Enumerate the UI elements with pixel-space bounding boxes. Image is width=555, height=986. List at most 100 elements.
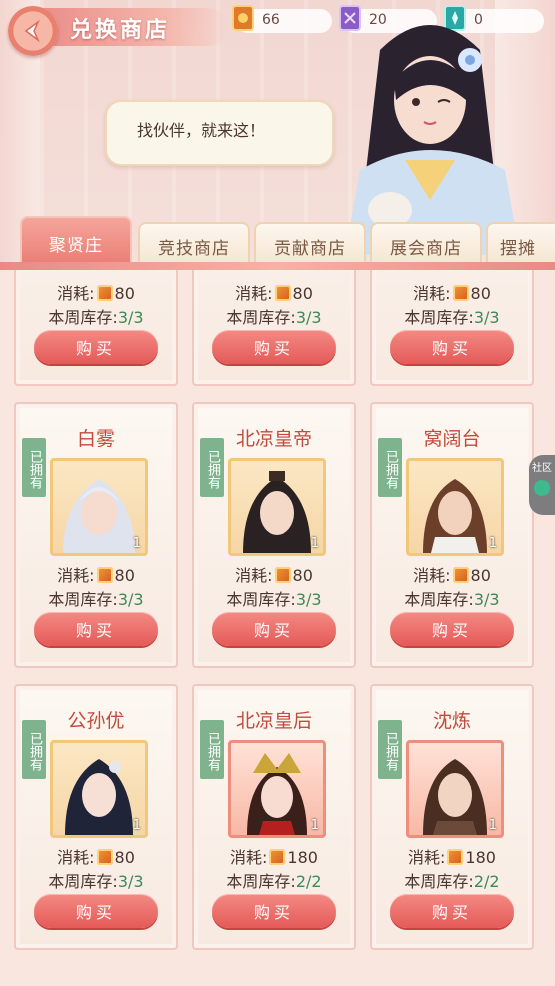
stock-label: 本周库存: (404, 308, 474, 327)
item-card[interactable]: 北凉皇帝 已拥有 1 消耗: 80 本周库存:3/3 购买 (192, 402, 356, 668)
character-portrait-icon (65, 759, 133, 835)
tab-underline (0, 262, 555, 270)
speech-text: 找伙伴，就来这！ (137, 121, 266, 140)
orange-ticket-icon (232, 5, 254, 31)
coin-icon (274, 567, 291, 583)
speech-bubble: 找伙伴，就来这！ (105, 100, 334, 166)
item-card[interactable]: 白雾 已拥有 1 消耗: 80 本周库存:3/3 购买 (14, 402, 178, 668)
tab-label: 贡献商店 (274, 238, 346, 259)
cost-text: 消耗: 180 (194, 844, 354, 868)
cost-text: 消耗: 80 (372, 280, 532, 304)
character-portrait-icon (423, 479, 487, 553)
buy-button[interactable]: 购买 (212, 894, 336, 928)
stock-label: 本周库存: (404, 590, 474, 609)
cost-text: 消耗: 80 (16, 562, 176, 586)
stock-label: 本周库存: (226, 872, 296, 891)
item-count: 1 (488, 536, 497, 551)
item-card[interactable]: 窝阔台 已拥有 1 消耗: 80 本周库存:3/3 购买 (370, 402, 534, 668)
cost-value: 80 (114, 284, 135, 303)
currency-orange[interactable]: 66 (232, 5, 332, 33)
item-card[interactable]: 消耗: 80 本周库存:3/3 购买 (14, 270, 178, 386)
stock-label: 本周库存: (226, 590, 296, 609)
item-count: 1 (488, 818, 497, 833)
buy-button[interactable]: 购买 (212, 612, 336, 646)
item-card[interactable]: 北凉皇后 已拥有 1 消耗: 180 本周库存:2/2 购买 (192, 684, 356, 950)
item-count: 1 (132, 818, 141, 833)
tab-label: 聚贤庄 (49, 235, 103, 256)
coin-icon (269, 849, 286, 865)
coin-icon (274, 285, 291, 301)
stock-value: 3/3 (295, 308, 322, 327)
cost-text: 消耗: 180 (372, 844, 532, 868)
stock-label: 本周库存: (48, 308, 118, 327)
coin-icon (96, 567, 113, 583)
coin-icon (452, 567, 469, 583)
stock-value: 3/3 (117, 872, 144, 891)
stock-value: 3/3 (473, 308, 500, 327)
cost-value: 80 (114, 848, 135, 867)
stock-text: 本周库存:3/3 (16, 304, 176, 328)
cost-value: 80 (292, 284, 313, 303)
character-portrait-icon (247, 753, 307, 835)
buy-button[interactable]: 购买 (34, 330, 158, 364)
cost-label: 消耗: (230, 848, 268, 867)
page-title: 兑换商店 (70, 17, 171, 43)
stock-value: 3/3 (117, 590, 144, 609)
buy-button[interactable]: 购买 (390, 894, 514, 928)
owned-badge: 已拥有 (378, 438, 402, 497)
portrait-beiliang-empress: 1 (228, 740, 326, 838)
buy-button[interactable]: 购买 (212, 330, 336, 364)
stock-text: 本周库存:3/3 (16, 868, 176, 892)
item-card[interactable]: 沈炼 已拥有 1 消耗: 180 本周库存:2/2 购买 (370, 684, 534, 950)
item-card[interactable]: 公孙优 已拥有 1 消耗: 80 本周库存:3/3 购买 (14, 684, 178, 950)
cost-label: 消耗: (413, 284, 451, 303)
item-card[interactable]: 消耗: 80 本周库存:3/3 购买 (370, 270, 534, 386)
cost-value: 180 (465, 848, 496, 867)
stock-text: 本周库存:3/3 (194, 304, 354, 328)
stock-text: 本周库存:2/2 (194, 868, 354, 892)
buy-button[interactable]: 购买 (390, 330, 514, 364)
item-count: 1 (132, 536, 141, 551)
item-card[interactable]: 消耗: 80 本周库存:3/3 购买 (192, 270, 356, 386)
character-portrait-icon (63, 479, 135, 553)
stock-value: 3/3 (295, 590, 322, 609)
tab-label: 摆摊 (500, 238, 536, 259)
item-grid: 消耗: 80 本周库存:3/3 购买 消耗: 80 本周库存:3/3 购买 消耗: 8… (0, 270, 555, 986)
owned-badge: 已拥有 (378, 720, 402, 779)
back-button[interactable] (8, 6, 58, 56)
cost-value: 180 (287, 848, 318, 867)
stock-value: 3/3 (473, 590, 500, 609)
community-label: 社区 (532, 463, 552, 474)
stock-label: 本周库存: (48, 590, 118, 609)
character-portrait-icon (423, 759, 487, 835)
buy-button[interactable]: 购买 (390, 612, 514, 646)
currency-orange-value: 66 (262, 12, 280, 28)
cost-label: 消耗: (408, 848, 446, 867)
tab-label: 竞技商店 (158, 238, 230, 259)
cost-label: 消耗: (235, 566, 273, 585)
cost-label: 消耗: (235, 284, 273, 303)
coin-icon (447, 849, 464, 865)
item-count: 1 (310, 536, 319, 551)
community-side-button[interactable]: 社区 (529, 455, 555, 515)
portrait-gongsunyou: 1 (50, 740, 148, 838)
cost-label: 消耗: (57, 566, 95, 585)
cost-text: 消耗: 80 (194, 280, 354, 304)
stock-value: 2/2 (295, 872, 322, 891)
cost-label: 消耗: (413, 566, 451, 585)
stock-label: 本周库存: (226, 308, 296, 327)
stock-text: 本周库存:2/2 (372, 868, 532, 892)
stock-label: 本周库存: (48, 872, 118, 891)
buy-button[interactable]: 购买 (34, 612, 158, 646)
buy-button[interactable]: 购买 (34, 894, 158, 928)
cost-text: 消耗: 80 (16, 280, 176, 304)
stock-value: 2/2 (473, 872, 500, 891)
portrait-beiliang-emperor: 1 (228, 458, 326, 556)
cost-label: 消耗: (57, 848, 95, 867)
portrait-ogedei: 1 (406, 458, 504, 556)
stock-value: 3/3 (117, 308, 144, 327)
coin-icon (96, 285, 113, 301)
cost-text: 消耗: 80 (194, 562, 354, 586)
item-count: 1 (310, 818, 319, 833)
coin-icon (96, 849, 113, 865)
